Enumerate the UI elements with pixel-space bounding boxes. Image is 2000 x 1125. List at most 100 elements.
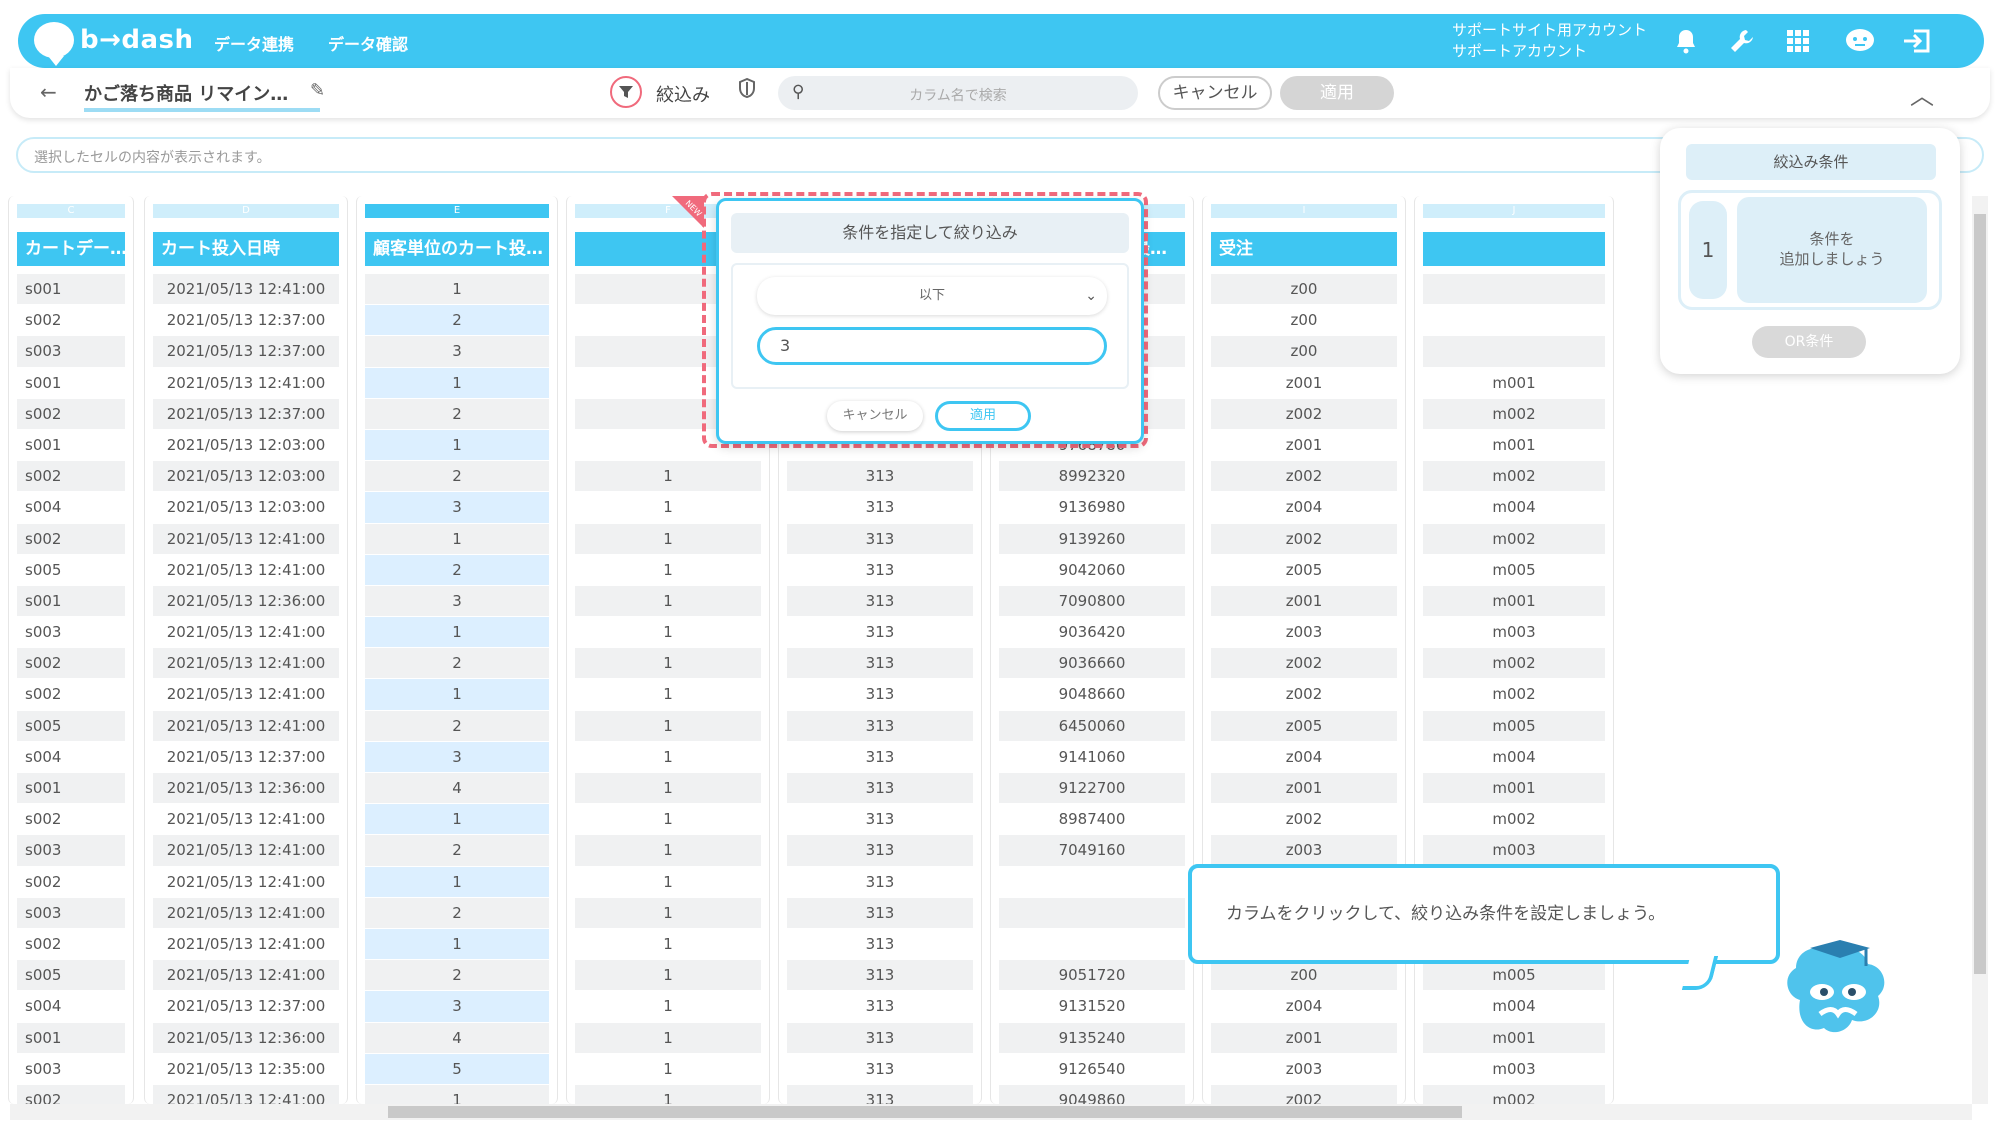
table-cell[interactable]: 2 bbox=[365, 710, 549, 742]
table-cell[interactable]: s002 bbox=[17, 679, 125, 711]
column-header[interactable]: カートデー… bbox=[17, 232, 125, 266]
table-cell[interactable]: 9051720 bbox=[999, 960, 1185, 992]
table-cell[interactable] bbox=[1423, 336, 1605, 368]
table-cell[interactable]: 1 bbox=[575, 928, 761, 961]
table-cell[interactable]: 5 bbox=[365, 1053, 549, 1085]
table-cell[interactable]: s003 bbox=[17, 617, 125, 649]
back-arrow-icon[interactable]: ← bbox=[40, 80, 57, 104]
table-cell[interactable]: 1 bbox=[575, 617, 761, 649]
table-cell[interactable]: m004 bbox=[1423, 492, 1605, 524]
table-cell[interactable]: s002 bbox=[17, 866, 125, 898]
filter-label[interactable]: 絞込み bbox=[656, 81, 710, 107]
table-cell[interactable]: s001 bbox=[17, 367, 125, 399]
column-d[interactable]: D カート投入日時 2021/05/13 12:41:00 2021/05/13 12… bbox=[144, 196, 348, 1104]
table-cell[interactable]: 2 bbox=[365, 648, 549, 680]
horizontal-scrollbar[interactable] bbox=[10, 1104, 1972, 1120]
table-cell[interactable]: z002 bbox=[1211, 679, 1397, 711]
table-cell[interactable]: 1 bbox=[575, 773, 761, 805]
table-cell[interactable]: 313 bbox=[787, 648, 973, 680]
column-header[interactable] bbox=[1423, 232, 1605, 266]
table-cell[interactable] bbox=[999, 928, 1185, 961]
table-cell[interactable]: 1 bbox=[575, 835, 761, 867]
table-cell[interactable]: 4 bbox=[365, 773, 549, 805]
table-cell[interactable]: 2021/05/13 12:35:00 bbox=[153, 1053, 339, 1085]
table-cell[interactable]: 313 bbox=[787, 897, 973, 929]
table-cell[interactable]: 2021/05/13 12:41:00 bbox=[153, 835, 339, 867]
table-cell[interactable]: 2 bbox=[365, 897, 549, 929]
table-cell[interactable]: 313 bbox=[787, 492, 973, 524]
table-cell[interactable]: m003 bbox=[1423, 835, 1605, 867]
chevron-up-icon[interactable]: ︿ bbox=[1910, 76, 1934, 111]
column-j[interactable]: Jm001 m002 m001 m002 m004 m002 m005 m001 m003 m00… bbox=[1414, 196, 1614, 1104]
column-letter[interactable]: J bbox=[1423, 204, 1605, 218]
table-cell[interactable]: z00 bbox=[1211, 274, 1397, 306]
table-cell[interactable]: 1 bbox=[575, 991, 761, 1023]
table-cell[interactable]: 8992320 bbox=[999, 461, 1185, 493]
table-cell[interactable]: z005 bbox=[1211, 710, 1397, 742]
table-cell[interactable]: z00 bbox=[1211, 960, 1397, 992]
table-cell[interactable]: z005 bbox=[1211, 554, 1397, 586]
table-cell[interactable]: 313 bbox=[787, 741, 973, 773]
table-cell[interactable]: 313 bbox=[787, 866, 973, 898]
table-cell[interactable]: 313 bbox=[787, 617, 973, 649]
table-cell[interactable]: 313 bbox=[787, 773, 973, 805]
table-cell[interactable] bbox=[1423, 274, 1605, 306]
table-cell[interactable]: 9136980 bbox=[999, 492, 1185, 524]
table-cell[interactable]: 1 bbox=[365, 523, 549, 555]
horizontal-scroll-thumb[interactable] bbox=[388, 1106, 1462, 1118]
table-cell[interactable]: 1 bbox=[365, 429, 549, 462]
table-cell[interactable]: 1 bbox=[575, 1022, 761, 1054]
grid-icon[interactable] bbox=[1782, 26, 1814, 56]
table-cell[interactable]: 2021/05/13 12:37:00 bbox=[153, 336, 339, 368]
column-e[interactable]: E 顧客単位のカート投… 1 2 3 1 2 1 2 3 1 2 3 1 2 1 2 3 4 1 2 1 2 1 2 3 4 5 1 bbox=[356, 196, 558, 1104]
account-info[interactable]: サポートサイト用アカウント サポートアカウント bbox=[1452, 20, 1647, 62]
table-cell[interactable]: s003 bbox=[17, 1053, 125, 1085]
column-header[interactable]: 受注 bbox=[1211, 232, 1397, 266]
table-cell[interactable]: 1 bbox=[365, 679, 549, 711]
table-cell[interactable]: 2 bbox=[365, 305, 549, 337]
table-cell[interactable]: 8987400 bbox=[999, 804, 1185, 836]
table-cell[interactable]: 313 bbox=[787, 928, 973, 961]
table-cell[interactable]: m005 bbox=[1423, 710, 1605, 742]
table-cell[interactable]: s003 bbox=[17, 897, 125, 929]
table-cell[interactable]: s004 bbox=[17, 741, 125, 773]
table-cell[interactable]: 2021/05/13 12:41:00 bbox=[153, 897, 339, 929]
table-cell[interactable]: m005 bbox=[1423, 960, 1605, 992]
table-cell[interactable]: 1 bbox=[575, 1053, 761, 1085]
table-cell[interactable]: 2021/05/13 12:41:00 bbox=[153, 617, 339, 649]
table-cell[interactable]: 9036420 bbox=[999, 617, 1185, 649]
table-cell[interactable]: s002 bbox=[17, 648, 125, 680]
table-cell[interactable]: 313 bbox=[787, 804, 973, 836]
table-cell[interactable]: 2021/05/13 12:36:00 bbox=[153, 773, 339, 805]
table-cell[interactable]: 2021/05/13 12:41:00 bbox=[153, 804, 339, 836]
table-cell[interactable]: 2 bbox=[365, 398, 549, 430]
table-cell[interactable]: 313 bbox=[787, 554, 973, 586]
table-cell[interactable]: 313 bbox=[787, 461, 973, 493]
table-cell[interactable]: s001 bbox=[17, 585, 125, 618]
table-cell[interactable]: z002 bbox=[1211, 461, 1397, 493]
table-cell[interactable]: 2021/05/13 12:41:00 bbox=[153, 1084, 339, 1104]
table-cell[interactable]: z004 bbox=[1211, 991, 1397, 1023]
table-cell[interactable]: 2021/05/13 12:37:00 bbox=[153, 741, 339, 773]
table-cell[interactable]: m002 bbox=[1423, 648, 1605, 680]
table-cell[interactable]: 2021/05/13 12:36:00 bbox=[153, 1022, 339, 1054]
table-cell[interactable]: s003 bbox=[17, 835, 125, 867]
chat-icon[interactable] bbox=[1844, 26, 1876, 56]
table-cell[interactable]: 2021/05/13 12:41:00 bbox=[153, 679, 339, 711]
table-cell[interactable]: 2021/05/13 12:36:00 bbox=[153, 585, 339, 618]
table-cell[interactable]: 1 bbox=[365, 274, 549, 306]
table-cell[interactable]: m002 bbox=[1423, 523, 1605, 555]
table-cell[interactable]: 9122700 bbox=[999, 773, 1185, 805]
table-cell[interactable]: z004 bbox=[1211, 492, 1397, 524]
table-cell[interactable]: z001 bbox=[1211, 367, 1397, 399]
add-condition-button[interactable]: 条件を 追加しましょう bbox=[1737, 197, 1927, 303]
table-cell[interactable] bbox=[999, 866, 1185, 898]
table-cell[interactable]: 313 bbox=[787, 835, 973, 867]
table-cell[interactable]: 9036660 bbox=[999, 648, 1185, 680]
nav-data-integration[interactable]: データ連携 bbox=[214, 31, 294, 55]
table-cell[interactable]: 2 bbox=[365, 960, 549, 992]
table-cell[interactable]: z00 bbox=[1211, 336, 1397, 368]
table-cell[interactable]: s001 bbox=[17, 429, 125, 462]
table-cell[interactable]: z002 bbox=[1211, 804, 1397, 836]
popup-apply-button[interactable]: 適用 bbox=[935, 401, 1031, 431]
